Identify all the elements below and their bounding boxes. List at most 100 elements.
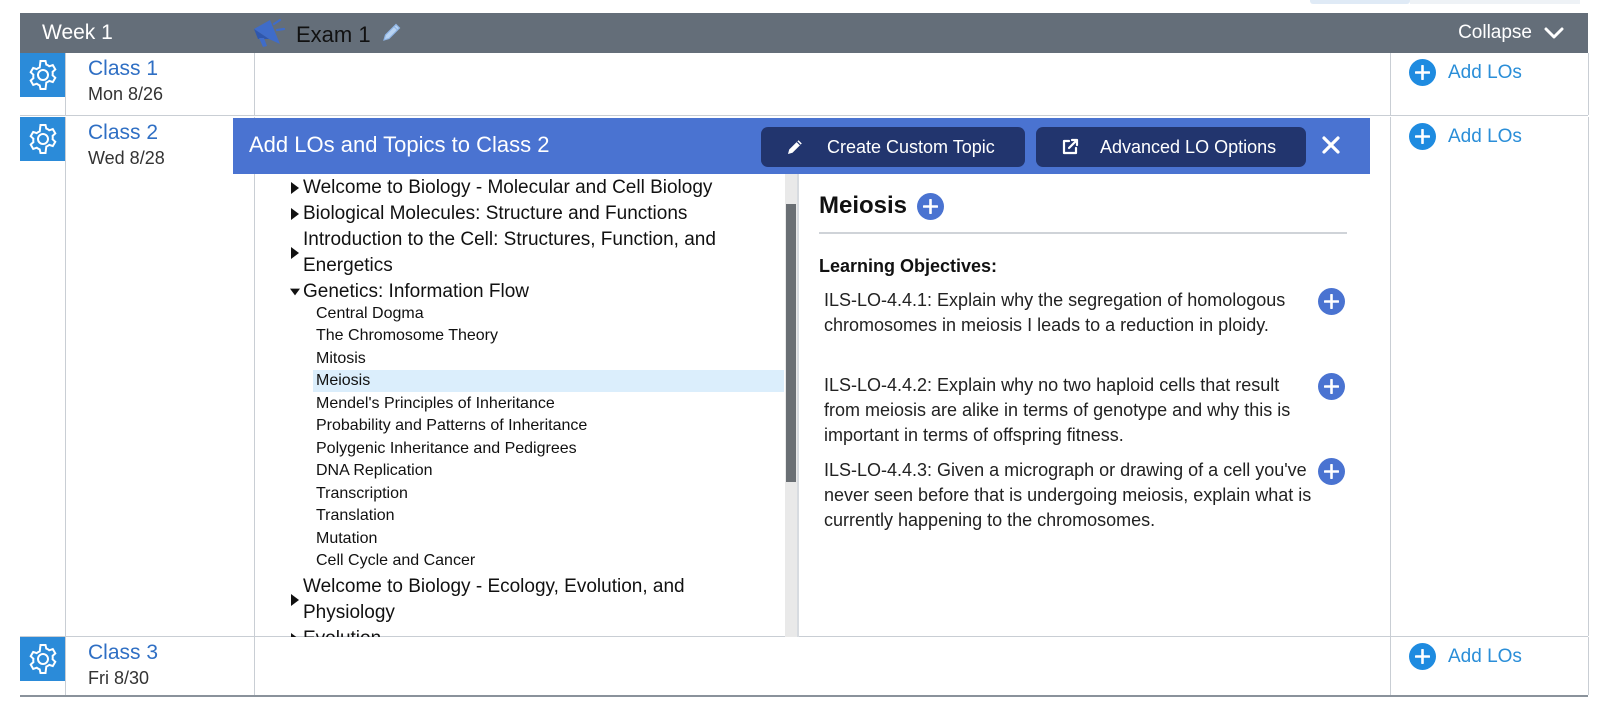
triangle-down-icon [287, 279, 303, 305]
class-link[interactable]: Class 2 [88, 120, 254, 146]
topic-tree: Welcome to Biology - Molecular and Cell … [233, 174, 784, 637]
add-lo-button[interactable] [1318, 288, 1345, 315]
class-settings-button[interactable] [20, 637, 65, 681]
tree-leaf[interactable]: Mendel's Principles of Inheritance [313, 393, 784, 415]
exam-label[interactable]: Exam 1 [296, 22, 371, 48]
add-los-cell: Add LOs [1390, 117, 1589, 636]
add-los-button[interactable]: Add LOs [1409, 123, 1522, 150]
tree-leaf-label: Mendel's Principles of Inheritance [316, 395, 555, 412]
tree-node-label: Evolution [303, 626, 381, 637]
add-los-cell: Add LOs [1390, 637, 1589, 695]
topic-header: Meiosis [819, 192, 945, 220]
tree-node-expanded[interactable]: Genetics: Information Flow [287, 279, 529, 305]
class-date: Fri 8/30 [88, 668, 150, 688]
tree-leaf-label: Mitosis [316, 350, 366, 367]
tree-leaf-label: Cell Cycle and Cancer [316, 552, 476, 569]
tree-node-label: Biological Molecules: Structure and Func… [303, 203, 688, 224]
pencil-icon[interactable] [381, 21, 403, 48]
add-lo-button[interactable] [1318, 458, 1345, 485]
panel-title: Add LOs and Topics to Class 2 [249, 132, 550, 157]
class-link[interactable]: Class 1 [88, 56, 254, 82]
tree-node-label: Welcome to Biology - Molecular and Cell … [303, 177, 713, 198]
plus-circle-icon [1409, 643, 1436, 670]
tree-leaf[interactable]: Polygenic Inheritance and Pedigrees [313, 438, 784, 460]
tree-leaf-label: The Chromosome Theory [316, 327, 498, 344]
learning-objective: ILS-LO-4.4.3: Given a micrograph or draw… [824, 460, 1312, 530]
add-los-button[interactable]: Add LOs [1409, 59, 1522, 86]
triangle-right-icon [287, 175, 303, 201]
gear-icon [28, 644, 57, 674]
divider [819, 232, 1347, 234]
add-los-label: Add LOs [1448, 61, 1522, 83]
advanced-lo-options-label: Advanced LO Options [1100, 136, 1277, 157]
gear-icon [28, 124, 57, 154]
class-date: Mon 8/26 [88, 84, 164, 104]
tree-leaf[interactable]: Mitosis [313, 348, 784, 370]
class-settings-button[interactable] [20, 117, 65, 161]
add-los-panel: Add LOs and Topics to Class 2 Create Cus… [233, 118, 1370, 637]
tree-node[interactable]: Biological Molecules: Structure and Func… [287, 201, 687, 227]
plus-icon [1324, 294, 1339, 309]
week-title: Week 1 [42, 21, 113, 44]
tree-leaf[interactable]: Transcription [313, 483, 784, 505]
class-date: Wed 8/28 [88, 148, 165, 168]
topic-detail: Meiosis Learning Objectives: ILS-LO-4.4.… [799, 174, 1370, 637]
plus-icon [1324, 464, 1339, 479]
create-custom-topic-button[interactable]: Create Custom Topic [761, 127, 1025, 167]
tree-leaf[interactable]: Translation [313, 505, 784, 527]
class-row-1: Class 1 Mon 8/26 Add LOs [20, 53, 1589, 116]
tree-leaf-selected[interactable]: Meiosis [313, 370, 784, 392]
tree-leaf[interactable]: The Chromosome Theory [313, 325, 784, 347]
tree-node-label: Welcome to Biology - Ecology, Evolution,… [303, 576, 685, 623]
tree-leaf-label: Mutation [316, 530, 378, 547]
close-icon[interactable] [1320, 134, 1342, 156]
tree-leaf-label: Polygenic Inheritance and Pedigrees [316, 440, 577, 457]
topic-title: Meiosis [819, 192, 908, 219]
tree-leaf[interactable]: Central Dogma [313, 303, 784, 325]
class-row-3: Class 3 Fri 8/30 Add LOs [20, 637, 1589, 697]
class-link[interactable]: Class 3 [88, 640, 254, 666]
triangle-right-icon [287, 227, 303, 279]
collapse-button[interactable]: Collapse [1458, 22, 1564, 44]
tree-scrollbar-thumb[interactable] [786, 204, 796, 482]
triangle-right-icon [287, 574, 303, 626]
add-los-label: Add LOs [1448, 645, 1522, 667]
triangle-right-icon [287, 626, 303, 637]
tree-node[interactable]: Welcome to Biology - Molecular and Cell … [287, 175, 712, 201]
external-link-icon [1062, 138, 1079, 155]
create-custom-topic-label: Create Custom Topic [827, 136, 995, 157]
panel-header: Add LOs and Topics to Class 2 Create Cus… [233, 118, 1370, 174]
class-cell: Class 3 Fri 8/30 [65, 637, 255, 695]
plus-circle-icon [1409, 59, 1436, 86]
class-cell: Class 1 Mon 8/26 [65, 53, 255, 115]
top-tab-fragment [1310, 0, 1410, 4]
learning-objective: ILS-LO-4.4.1: Explain why the segregatio… [824, 290, 1286, 335]
tree-node-label: Genetics: Information Flow [303, 281, 529, 302]
collapse-label: Collapse [1458, 22, 1532, 43]
add-lo-button[interactable] [1318, 373, 1345, 400]
exam-item: Exam 1 [250, 14, 403, 55]
tree-node[interactable]: Introduction to the Cell: Structures, Fu… [287, 227, 757, 279]
tree-leaf[interactable]: DNA Replication [313, 460, 784, 482]
add-topic-button[interactable] [917, 192, 945, 220]
chevron-down-icon [1544, 27, 1564, 39]
pencil-icon [788, 140, 802, 154]
tree-leaf[interactable]: Cell Cycle and Cancer [313, 550, 784, 572]
tree-leaf-label: Translation [316, 507, 395, 524]
add-los-button[interactable]: Add LOs [1409, 643, 1522, 670]
plus-circle-icon [1409, 123, 1436, 150]
tree-leaf-label: DNA Replication [316, 462, 433, 479]
megaphone-icon [250, 14, 286, 55]
class-settings-button[interactable] [20, 53, 65, 97]
plus-icon [1324, 379, 1339, 394]
tree-node[interactable]: Welcome to Biology - Ecology, Evolution,… [287, 574, 757, 626]
plus-icon [923, 198, 939, 214]
tree-leaf[interactable]: Probability and Patterns of Inheritance [313, 415, 784, 437]
tree-leaf-label: Probability and Patterns of Inheritance [316, 417, 588, 434]
class-cell: Class 2 Wed 8/28 [65, 117, 255, 636]
tree-node[interactable]: Evolution [287, 626, 381, 637]
tree-node-label: Introduction to the Cell: Structures, Fu… [303, 229, 716, 276]
advanced-lo-options-button[interactable]: Advanced LO Options [1036, 127, 1306, 167]
tree-leaf[interactable]: Mutation [313, 528, 784, 550]
add-los-label: Add LOs [1448, 125, 1522, 147]
